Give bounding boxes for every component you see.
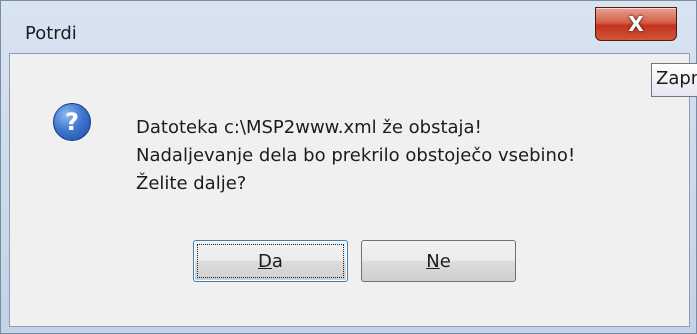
message-text: Datoteka c:\MSP2www.xml že obstaja! Nada… <box>136 114 575 198</box>
close-tooltip: Zapri <box>651 63 697 97</box>
no-button-label: Ne <box>426 251 451 272</box>
message-line: Nadaljevanje dela bo prekrilo obstoječo … <box>136 145 576 166</box>
question-icon: ? <box>53 103 91 141</box>
focus-rectangle <box>197 244 344 278</box>
close-button[interactable]: X <box>595 7 677 41</box>
dialog-body: ? Datoteka c:\MSP2www.xml že obstaja! Na… <box>9 53 690 327</box>
question-glyph: ? <box>65 108 79 136</box>
message-line: Datoteka c:\MSP2www.xml že obstaja! <box>136 117 482 138</box>
message-line: Želite dalje? <box>136 173 247 194</box>
yes-button[interactable]: Da <box>193 240 348 282</box>
no-button[interactable]: Ne <box>361 240 516 282</box>
close-icon: X <box>628 12 644 36</box>
dialog-window: Potrdi X ? Datoteka c:\MSP2www.xml že ob… <box>0 0 697 334</box>
no-accelerator: N <box>426 250 440 272</box>
title-bar[interactable]: Potrdi X <box>1 1 697 53</box>
no-label-rest: e <box>439 250 451 272</box>
window-title: Potrdi <box>25 23 77 44</box>
